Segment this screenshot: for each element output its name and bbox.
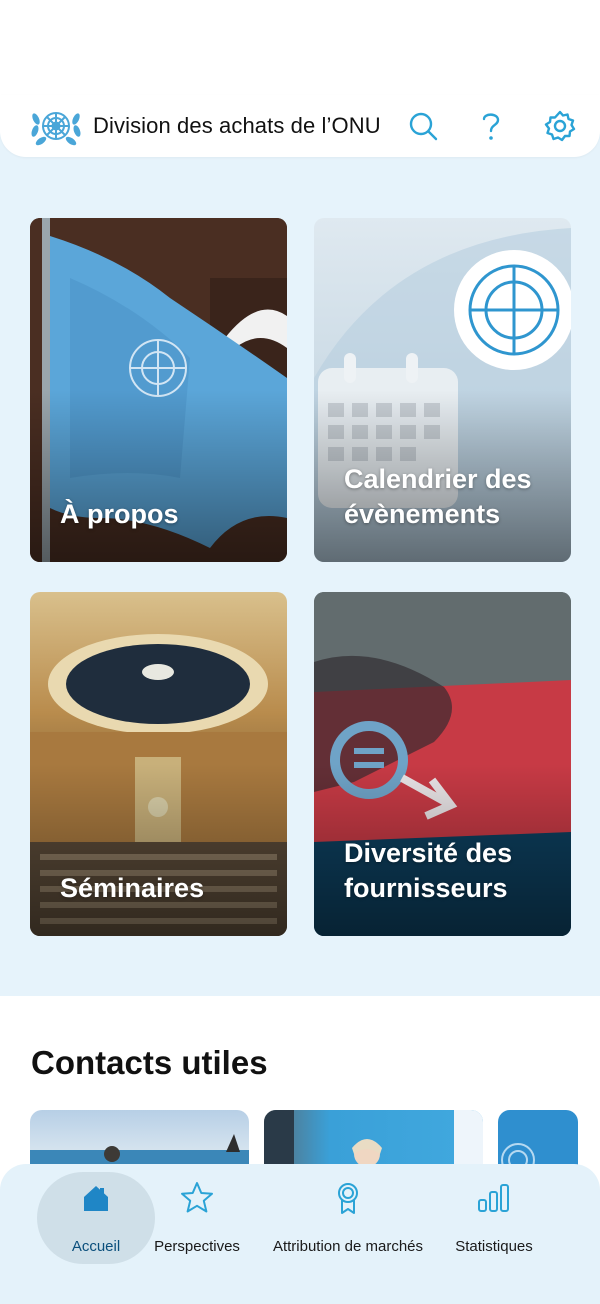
tile-seminars[interactable]: Séminaires	[30, 592, 287, 936]
tile-shade	[30, 764, 287, 936]
tile-shade	[30, 390, 287, 562]
tile-label: Calendrier des évènements	[344, 464, 532, 529]
nav-item-perspectives[interactable]: Perspectives	[143, 1174, 251, 1266]
settings-icon[interactable]	[543, 109, 577, 143]
section-title-contacts: Contacts utiles	[31, 1044, 268, 1081]
tile-label: Diversité des fournisseurs	[344, 838, 513, 903]
tile-supplier-diversity[interactable]: Diversité des fournisseurs	[314, 592, 571, 936]
nav-item-label: Perspectives	[154, 1238, 240, 1255]
tile-label: À propos	[60, 499, 179, 529]
un-emblem-logo	[30, 103, 82, 149]
nav-item-contract-awards[interactable]: Attribution de marchés	[262, 1174, 434, 1266]
tile-about[interactable]: À propos	[30, 218, 287, 562]
nav-item-label: Attribution de marchés	[272, 1238, 424, 1255]
top-app-bar: Division des achats de l’ONU	[0, 95, 600, 157]
nav-item-statistics[interactable]: Statistiques	[444, 1174, 544, 1266]
tile-label: Séminaires	[60, 873, 205, 903]
home-icon	[84, 1186, 108, 1211]
bar-chart-icon	[478, 1184, 509, 1212]
award-icon	[338, 1183, 358, 1214]
tile-events-calendar[interactable]: Calendrier des évènements	[314, 218, 571, 562]
help-icon[interactable]	[474, 109, 508, 143]
star-icon	[181, 1182, 213, 1213]
app-title: Division des achats de l’ONU	[93, 113, 381, 138]
nav-item-home[interactable]: Accueil	[37, 1174, 155, 1266]
search-icon[interactable]	[406, 109, 440, 143]
nav-item-label: Statistiques	[455, 1238, 533, 1255]
nav-item-label: Accueil	[71, 1238, 121, 1255]
